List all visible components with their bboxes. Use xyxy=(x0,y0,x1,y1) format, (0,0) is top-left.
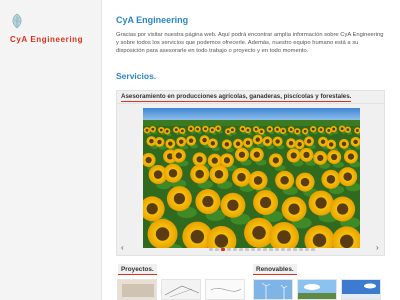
intro-text: Gracias por visitar nuestra página web. … xyxy=(116,32,384,54)
sunflower-field-photo[interactable] xyxy=(143,108,360,248)
landscape-image xyxy=(298,280,336,299)
slider-dot[interactable] xyxy=(227,248,231,251)
brand-name[interactable]: CyA Engineering xyxy=(10,35,83,44)
project-thumbnail-3[interactable] xyxy=(205,279,245,300)
slider-dot[interactable] xyxy=(215,248,219,251)
image-slider: ‹ › xyxy=(116,104,385,256)
project-thumbnail-2[interactable] xyxy=(161,279,201,300)
slider-dot[interactable] xyxy=(233,248,237,251)
service-card-header: Asesoramiento en producciones agrícolas,… xyxy=(116,90,385,104)
slider-dot[interactable] xyxy=(287,248,291,251)
renewable-thumbnail-2[interactable] xyxy=(297,279,337,300)
slider-dot[interactable] xyxy=(293,248,297,251)
slider-dot[interactable] xyxy=(281,248,285,251)
services-heading: Servicios. xyxy=(116,71,157,81)
service-caption[interactable]: Asesoramiento en producciones agrícolas,… xyxy=(121,93,352,102)
slider-dot[interactable] xyxy=(221,248,225,251)
projects-heading[interactable]: Proyectos. xyxy=(118,264,157,275)
renewables-heading[interactable]: Renovables. xyxy=(253,264,297,275)
main-content: CyA Engineering Gracias por visitar nues… xyxy=(116,0,386,300)
solar-image xyxy=(342,280,380,299)
slider-dot[interactable] xyxy=(263,248,267,251)
slider-dot[interactable] xyxy=(239,248,243,251)
slider-dot[interactable] xyxy=(257,248,261,251)
slider-dot[interactable] xyxy=(251,248,255,251)
slider-dot[interactable] xyxy=(275,248,279,251)
sunflower-field-image xyxy=(143,108,360,248)
sidebar: CyA Engineering xyxy=(0,0,102,300)
sketch-image xyxy=(206,280,244,299)
page-title: CyA Engineering xyxy=(116,15,189,25)
blueprint-image xyxy=(162,280,200,299)
renewable-thumbnail-1[interactable] xyxy=(253,279,293,300)
slider-dot[interactable] xyxy=(299,248,303,251)
wind-turbines-image xyxy=(254,280,292,299)
slider-pagination xyxy=(209,248,315,252)
slider-dot[interactable] xyxy=(245,248,249,251)
slider-dot[interactable] xyxy=(311,248,315,251)
chevron-left-icon[interactable]: ‹ xyxy=(121,243,124,252)
project-image xyxy=(118,280,156,299)
slider-dot[interactable] xyxy=(209,248,213,251)
slider-dot[interactable] xyxy=(269,248,273,251)
project-thumbnail-1[interactable] xyxy=(117,279,157,300)
chevron-right-icon[interactable]: › xyxy=(376,243,379,252)
leaf-logo-icon[interactable] xyxy=(10,13,24,29)
renewable-thumbnail-3[interactable] xyxy=(341,279,381,300)
slider-dot[interactable] xyxy=(305,248,309,251)
